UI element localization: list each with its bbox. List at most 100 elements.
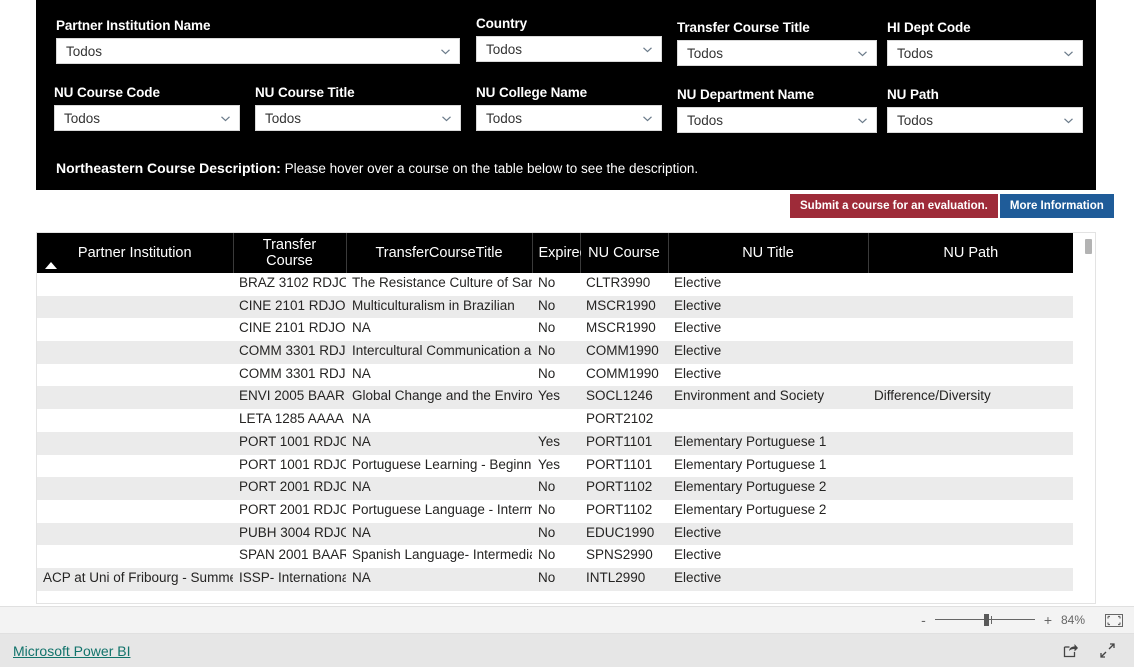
column-header-label: NU Title	[742, 245, 794, 261]
cell-nu-path	[868, 295, 1073, 319]
chevron-down-icon	[856, 114, 869, 127]
slicer-country[interactable]: Country Todos	[476, 16, 662, 62]
cell-partner-institution	[37, 386, 233, 410]
cell-nu-course: COMM1990	[580, 363, 668, 387]
table-row[interactable]: PORT 1001 RDJO NA Yes PORT1101 Elementary Po…	[37, 431, 1073, 455]
table-row[interactable]: COMM 3301 RDJO NA No COMM1990 Elective	[37, 363, 1073, 387]
cell-transfer-course: CINE 2101 RDJO	[233, 295, 346, 319]
submit-course-evaluation-button[interactable]: Submit a course for an evaluation.	[790, 194, 998, 218]
slicer-dropdown[interactable]: Todos	[887, 107, 1083, 133]
cell-partner-institution	[37, 363, 233, 387]
table-row[interactable]: CINE 2101 RDJO Multiculturalism in Brazil…	[37, 295, 1073, 319]
slicer-value: Todos	[265, 110, 302, 126]
slicer-dropdown[interactable]: Todos	[677, 107, 877, 133]
column-header-nu-course[interactable]: NU Course	[580, 233, 669, 273]
slicer-dropdown[interactable]: Todos	[56, 38, 460, 64]
slicer-value: Todos	[486, 41, 523, 57]
slicer-dropdown[interactable]: Todos	[887, 40, 1083, 66]
slicer-nu-college-name[interactable]: NU College Name Todos	[476, 85, 662, 131]
course-description-hint: Northeastern Course Description: Please …	[56, 160, 698, 176]
cell-nu-path	[868, 545, 1073, 568]
cell-partner-institution	[37, 499, 233, 523]
slicer-label: HI Dept Code	[887, 20, 971, 35]
slicer-dropdown[interactable]: Todos	[255, 105, 461, 131]
cell-nu-course: PORT1101	[580, 431, 668, 455]
cell-nu-title: Elective	[668, 545, 868, 568]
chevron-down-icon	[641, 43, 654, 56]
more-information-button[interactable]: More Information	[999, 194, 1114, 218]
table-row[interactable]: ENVI 2005 BAAR Global Change and the Envi…	[37, 386, 1073, 410]
cell-transfer-course-title: NA	[346, 477, 532, 500]
table-row[interactable]: COMM 3301 RDJO Intercultural Communicatio…	[37, 341, 1073, 364]
cell-nu-title: Elective	[668, 522, 868, 546]
table-row[interactable]: ACP at Uni of Fribourg - Summer ISSP- Int…	[37, 567, 1073, 591]
cell-nu-path	[868, 341, 1073, 364]
slicer-label: NU Course Title	[255, 85, 355, 100]
cell-transfer-course-title: Global Change and the Environ	[346, 386, 532, 410]
cell-transfer-course: PORT 2001 RDJO	[233, 477, 346, 500]
cell-transfer-course: PORT 1001 RDJO	[233, 454, 346, 478]
slicer-dropdown[interactable]: Todos	[677, 40, 877, 66]
column-header-label: NU Course	[588, 245, 660, 261]
cell-nu-title: Elementary Portuguese 1	[668, 454, 868, 478]
column-header-expired[interactable]: Expired?	[532, 233, 596, 273]
cell-nu-course: SPNS2990	[580, 545, 668, 568]
column-header-nu-title[interactable]: NU Title	[668, 233, 869, 273]
slicer-partner-institution-name[interactable]: Partner Institution Name Todos	[56, 18, 460, 64]
table-vertical-scrollbar[interactable]	[1083, 234, 1094, 603]
slicer-label: Country	[476, 16, 528, 31]
table-row[interactable]: PORT 2001 RDJO Portuguese Language - Inte…	[37, 499, 1073, 523]
cell-expired: No	[532, 295, 580, 319]
cell-nu-title: Elective	[668, 295, 868, 319]
cell-transfer-course: CINE 2101 RDJO	[233, 318, 346, 342]
cell-nu-course: PORT1101	[580, 454, 668, 478]
slicer-dropdown[interactable]: Todos	[54, 105, 240, 131]
column-header-transfer-course-title[interactable]: TransferCourseTitle	[346, 233, 533, 273]
column-header-label: NU Path	[943, 245, 999, 261]
scrollbar-thumb[interactable]	[1085, 239, 1092, 254]
slicer-hi-dept-code[interactable]: HI Dept Code Todos	[887, 20, 1083, 66]
table-row[interactable]: BRAZ 3102 RDJO The Resistance Culture of …	[37, 273, 1073, 296]
share-icon[interactable]	[1062, 642, 1079, 659]
zoom-out-button[interactable]: -	[921, 613, 926, 627]
cell-nu-title	[668, 409, 868, 432]
table-row[interactable]: SPAN 2001 BAAR Spanish Language- Intermed…	[37, 545, 1073, 568]
cell-nu-course: EDUC1990	[580, 522, 668, 546]
fit-to-page-icon[interactable]	[1104, 613, 1124, 628]
cell-partner-institution	[37, 431, 233, 455]
cell-nu-course: CLTR3990	[580, 273, 668, 296]
slicer-nu-course-code[interactable]: NU Course Code Todos	[54, 85, 240, 131]
cell-partner-institution	[37, 477, 233, 500]
slicer-value: Todos	[897, 45, 934, 61]
table-row[interactable]: PUBH 3004 RDJO NA No EDUC1990 Elective	[37, 522, 1073, 546]
column-header-nu-path[interactable]: NU Path	[868, 233, 1073, 273]
cell-transfer-course: PORT 2001 RDJO	[233, 499, 346, 523]
zoom-in-button[interactable]: +	[1044, 613, 1052, 627]
column-header-partner-institution[interactable]: Partner Institution	[37, 233, 234, 273]
slicer-transfer-course-title[interactable]: Transfer Course Title Todos	[677, 20, 877, 66]
slicer-label: NU College Name	[476, 85, 588, 100]
microsoft-power-bi-link[interactable]: Microsoft Power BI	[13, 643, 130, 659]
slicer-dropdown[interactable]: Todos	[476, 36, 662, 62]
cell-nu-course: PORT2102	[580, 409, 668, 432]
zoom-slider-thumb[interactable]	[983, 614, 989, 626]
table-row[interactable]: CINE 2101 RDJO NA No MSCR1990 Elective	[37, 318, 1073, 342]
cell-nu-path	[868, 522, 1073, 546]
slicer-nu-course-title[interactable]: NU Course Title Todos	[255, 85, 461, 131]
table-row[interactable]: PORT 1001 RDJO Portuguese Learning - Begi…	[37, 454, 1073, 478]
column-header-transfer-course[interactable]: Transfer Course	[233, 233, 347, 273]
table-row[interactable]: PORT 2001 RDJO NA No PORT1102 Elementary Por…	[37, 477, 1073, 500]
zoom-slider[interactable]	[934, 613, 1035, 627]
slicer-nu-path[interactable]: NU Path Todos	[887, 87, 1083, 133]
cell-nu-title: Elementary Portuguese 2	[668, 499, 868, 523]
fullscreen-icon[interactable]	[1099, 642, 1116, 659]
slicer-nu-department-name[interactable]: NU Department Name Todos	[677, 87, 877, 133]
sort-ascending-icon	[45, 262, 57, 269]
slicer-dropdown[interactable]: Todos	[476, 105, 662, 131]
cell-nu-path: Difference/Diversity	[868, 386, 1073, 410]
cell-nu-path	[868, 477, 1073, 500]
table-row[interactable]: LETA 1285 AAAA NA PORT2102	[37, 409, 1073, 432]
cell-expired: No	[532, 273, 580, 296]
column-header-label: TransferCourseTitle	[375, 245, 503, 261]
course-table-card: Partner Institution Transfer Course Tran…	[36, 232, 1096, 604]
